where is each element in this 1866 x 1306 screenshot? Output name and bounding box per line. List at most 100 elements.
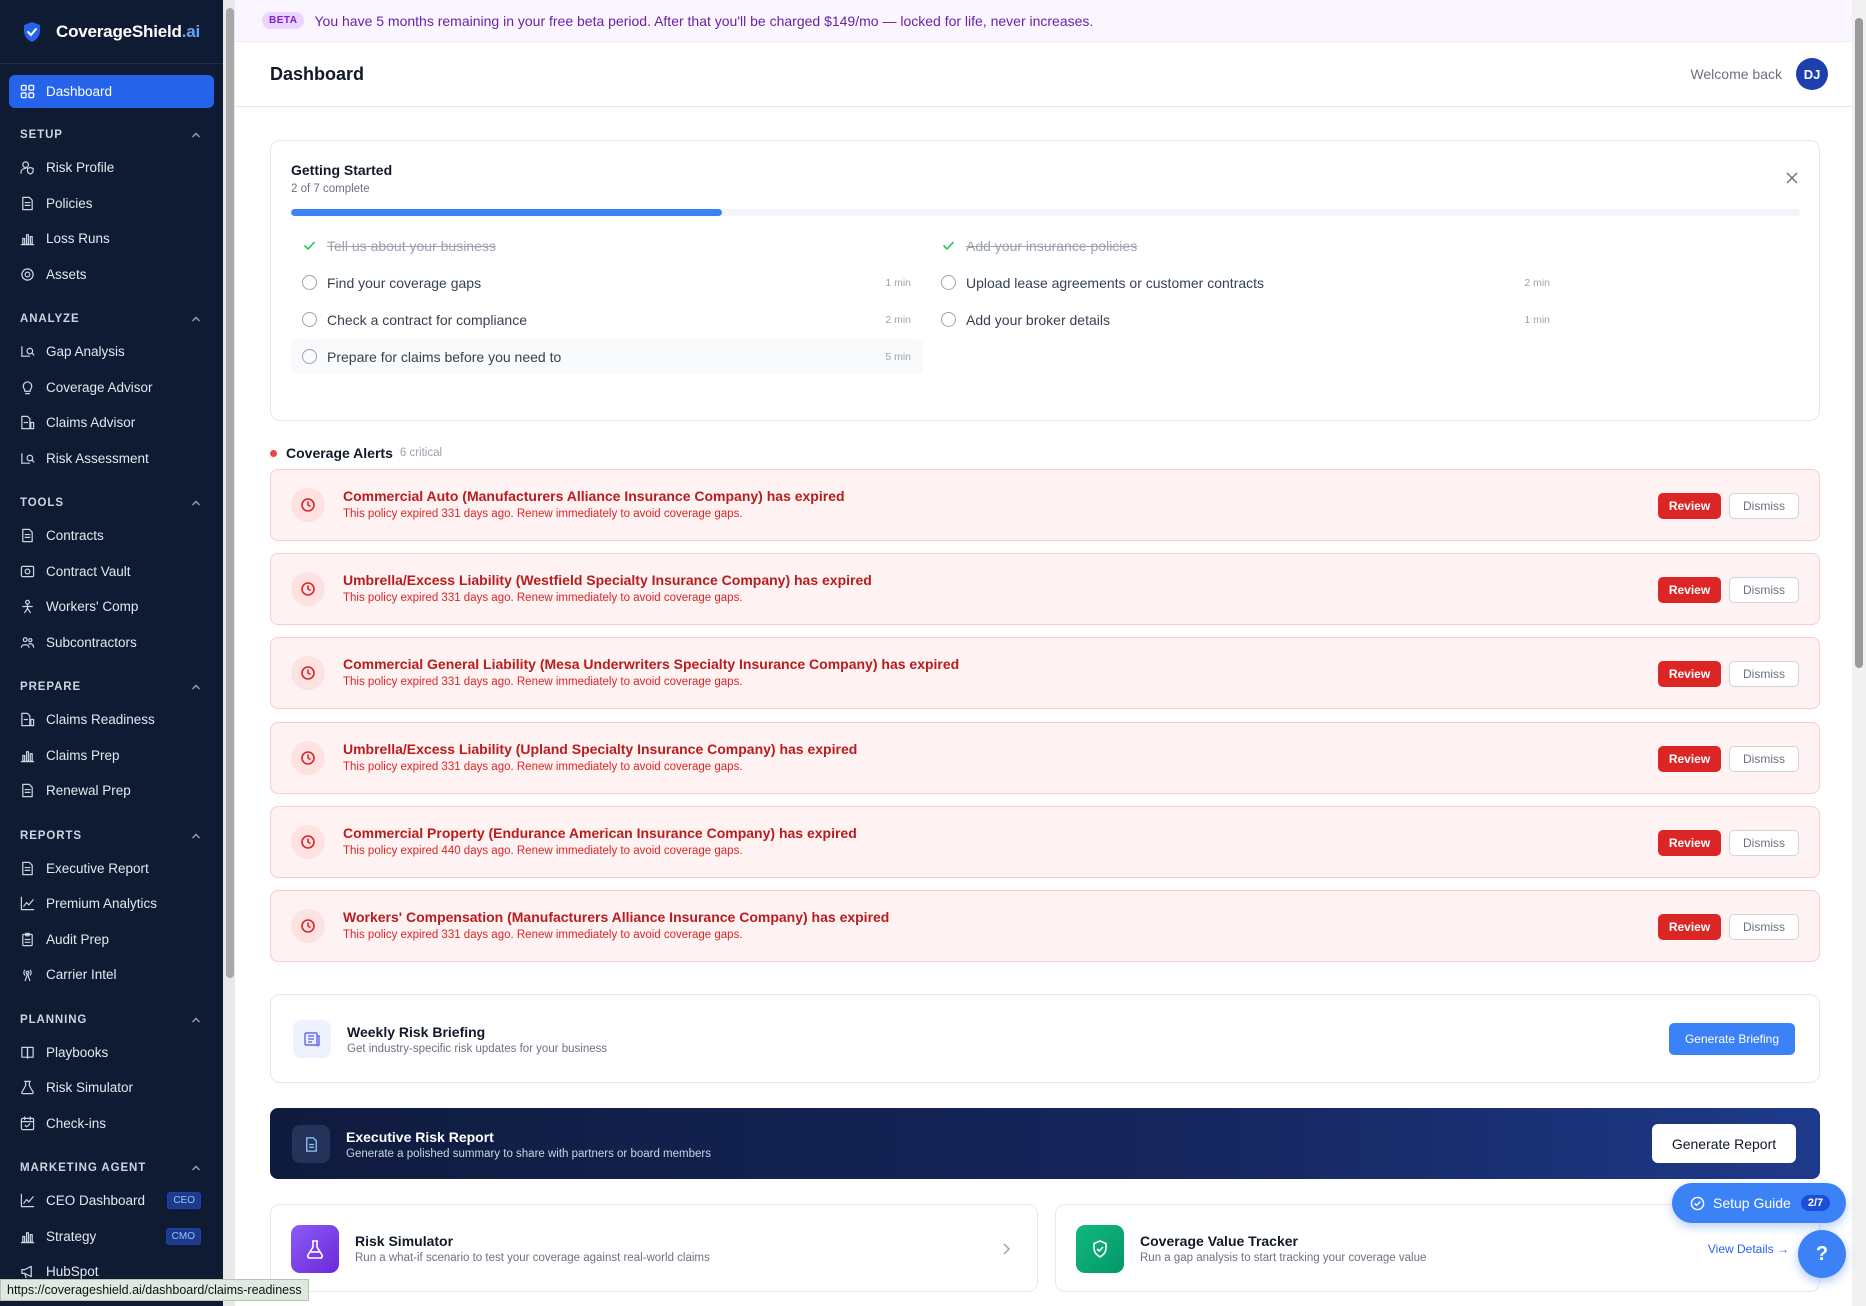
sidebar-item-playbooks[interactable]: Playbooks: [0, 1035, 223, 1071]
sidebar-section-header[interactable]: TOOLS: [0, 488, 223, 518]
flask-icon: [291, 1225, 339, 1273]
checkbox-circle-icon[interactable]: [941, 312, 956, 327]
sidebar-item-ceo-dashboard[interactable]: CEO Dashboard CEO: [0, 1183, 223, 1219]
checkbox-circle-icon[interactable]: [941, 275, 956, 290]
sidebar-item-contracts[interactable]: Contracts: [0, 518, 223, 554]
sidebar-item-label: Risk Profile: [46, 160, 115, 176]
review-button[interactable]: Review: [1658, 914, 1721, 940]
review-button[interactable]: Review: [1658, 661, 1721, 688]
sidebar-section-header[interactable]: REPORTS: [0, 821, 223, 851]
help-button[interactable]: ?: [1798, 1230, 1846, 1278]
sidebar: CoverageShield.ai Dashboard SETUP Risk Pr…: [0, 0, 223, 1306]
checkbox-circle-icon[interactable]: [302, 312, 317, 327]
review-button[interactable]: Review: [1658, 829, 1721, 856]
chevron-up-icon[interactable]: [191, 498, 201, 508]
generate-report-button[interactable]: Generate Report: [1652, 1124, 1796, 1163]
sidebar-item-label: Executive Report: [46, 860, 149, 876]
view-details-link[interactable]: View Details →: [1708, 1242, 1789, 1256]
sidebar-item-claims-prep[interactable]: Claims Prep: [0, 738, 223, 774]
alert-title: Workers' Compensation (Manufacturers All…: [343, 909, 890, 925]
sidebar-item-contract-vault[interactable]: Contract Vault: [0, 554, 223, 590]
sidebar-section-header[interactable]: SETUP: [0, 120, 223, 150]
status-bar-url: https://coverageshield.ai/dashboard/clai…: [0, 1279, 309, 1301]
vault-icon: [20, 565, 35, 578]
generate-briefing-button[interactable]: Generate Briefing: [1669, 1023, 1795, 1055]
sidebar-section-title: SETUP: [20, 129, 63, 141]
sidebar-item-loss-runs[interactable]: Loss Runs: [0, 221, 223, 257]
task-item[interactable]: Upload lease agreements or customer cont…: [930, 265, 1562, 300]
sidebar-item-risk-simulator[interactable]: Risk Simulator: [0, 1070, 223, 1106]
coverage-alerts-header: Coverage Alerts 6 critical: [270, 445, 442, 461]
sidebar-item-risk-assessment[interactable]: Risk Assessment: [0, 441, 223, 477]
sidebar-item-label: HubSpot: [46, 1264, 99, 1280]
sidebar-item-check-ins[interactable]: Check-ins: [0, 1106, 223, 1142]
page-scroll-thumb[interactable]: [1855, 18, 1863, 668]
dismiss-button[interactable]: Dismiss: [1729, 829, 1799, 856]
task-item[interactable]: Tell us about your business: [291, 228, 923, 263]
task-item[interactable]: Find your coverage gaps 1 min: [291, 265, 923, 300]
sidebar-item-policies[interactable]: Policies: [0, 186, 223, 222]
sidebar-item-gap-analysis[interactable]: Gap Analysis: [0, 334, 223, 370]
checkbox-circle-icon[interactable]: [302, 275, 317, 290]
task-item[interactable]: Add your insurance policies: [930, 228, 1562, 263]
chevron-up-icon[interactable]: [191, 314, 201, 324]
sidebar-item-claims-advisor[interactable]: Claims Advisor: [0, 405, 223, 441]
sidebar-item-audit-prep[interactable]: Audit Prep: [0, 922, 223, 958]
sidebar-item-claims-readiness[interactable]: Claims Readiness: [0, 702, 223, 738]
sidebar-item-risk-profile[interactable]: Risk Profile: [0, 150, 223, 186]
chevron-up-icon[interactable]: [191, 1163, 201, 1173]
task-item[interactable]: Check a contract for compliance 2 min: [291, 302, 923, 337]
sidebar-item-assets[interactable]: Assets: [0, 257, 223, 293]
sidebar-item-label: Subcontractors: [46, 634, 137, 650]
setup-guide-button[interactable]: Setup Guide 2/7: [1672, 1183, 1846, 1223]
review-button[interactable]: Review: [1658, 577, 1721, 604]
getting-started-progress: [291, 209, 1800, 216]
dismiss-button[interactable]: Dismiss: [1729, 745, 1799, 772]
task-item[interactable]: Prepare for claims before you need to 5 m…: [291, 339, 923, 374]
alert-icon-wrap: [291, 488, 325, 522]
dismiss-button[interactable]: Dismiss: [1729, 577, 1799, 604]
main-content: BETA You have 5 months remaining in your…: [235, 0, 1852, 1306]
chevron-up-icon[interactable]: [191, 682, 201, 692]
coverage-alert: Commercial Auto (Manufacturers Alliance …: [270, 469, 1820, 541]
dismiss-button[interactable]: Dismiss: [1729, 914, 1799, 940]
sidebar-item-strategy[interactable]: Strategy CMO: [0, 1219, 223, 1255]
dismiss-button[interactable]: Dismiss: [1729, 493, 1799, 519]
chevron-up-icon[interactable]: [191, 130, 201, 140]
sidebar-item-subcontractors[interactable]: Subcontractors: [0, 625, 223, 661]
book-icon: [21, 1046, 34, 1059]
executive-report-title: Executive Risk Report: [346, 1129, 494, 1145]
sidebar-item-renewal-prep[interactable]: Renewal Prep: [0, 773, 223, 809]
task-label: Add your insurance policies: [966, 237, 1138, 254]
close-icon[interactable]: [1785, 171, 1799, 185]
sidebar-item-premium-analytics[interactable]: Premium Analytics: [0, 886, 223, 922]
sidebar-item-dashboard[interactable]: Dashboard: [9, 75, 214, 108]
chevron-up-icon[interactable]: [191, 831, 201, 841]
sidebar-section-title: PREPARE: [20, 681, 82, 693]
brand-name: CoverageShield.ai: [56, 21, 201, 41]
review-button[interactable]: Review: [1658, 493, 1721, 519]
sidebar-item-workers-comp[interactable]: Workers' Comp: [0, 589, 223, 625]
chevron-up-icon[interactable]: [191, 1015, 201, 1025]
sidebar-section-title: PLANNING: [20, 1013, 88, 1026]
sidebar-item-carrier-intel[interactable]: Carrier Intel: [0, 957, 223, 993]
sidebar-scroll-thumb[interactable]: [226, 8, 234, 978]
bar-chart-icon: [20, 750, 35, 762]
dismiss-button[interactable]: Dismiss: [1729, 661, 1799, 688]
sidebar-section-header[interactable]: ANALYZE: [0, 304, 223, 334]
risk-simulator-tile[interactable]: Risk Simulator Run a what-if scenario to…: [270, 1204, 1038, 1292]
sidebar-section-header[interactable]: PLANNING: [0, 1005, 223, 1035]
sidebar-item-coverage-advisor[interactable]: Coverage Advisor: [0, 370, 223, 406]
signal-icon: [23, 969, 32, 982]
sidebar-item-label: Workers' Comp: [46, 599, 139, 615]
brand[interactable]: CoverageShield.ai: [0, 0, 223, 64]
checkbox-circle-icon[interactable]: [302, 349, 317, 364]
task-item[interactable]: Add your broker details 1 min: [930, 302, 1562, 337]
sidebar-item-label: Risk Assessment: [46, 450, 149, 466]
sidebar-section-header[interactable]: PREPARE: [0, 672, 223, 702]
avatar[interactable]: DJ: [1796, 58, 1828, 90]
sidebar-section-header[interactable]: MARKETING AGENT: [0, 1153, 223, 1183]
review-button[interactable]: Review: [1658, 745, 1721, 772]
sidebar-item-executive-report[interactable]: Executive Report: [0, 851, 223, 887]
clock-icon: [301, 666, 315, 681]
